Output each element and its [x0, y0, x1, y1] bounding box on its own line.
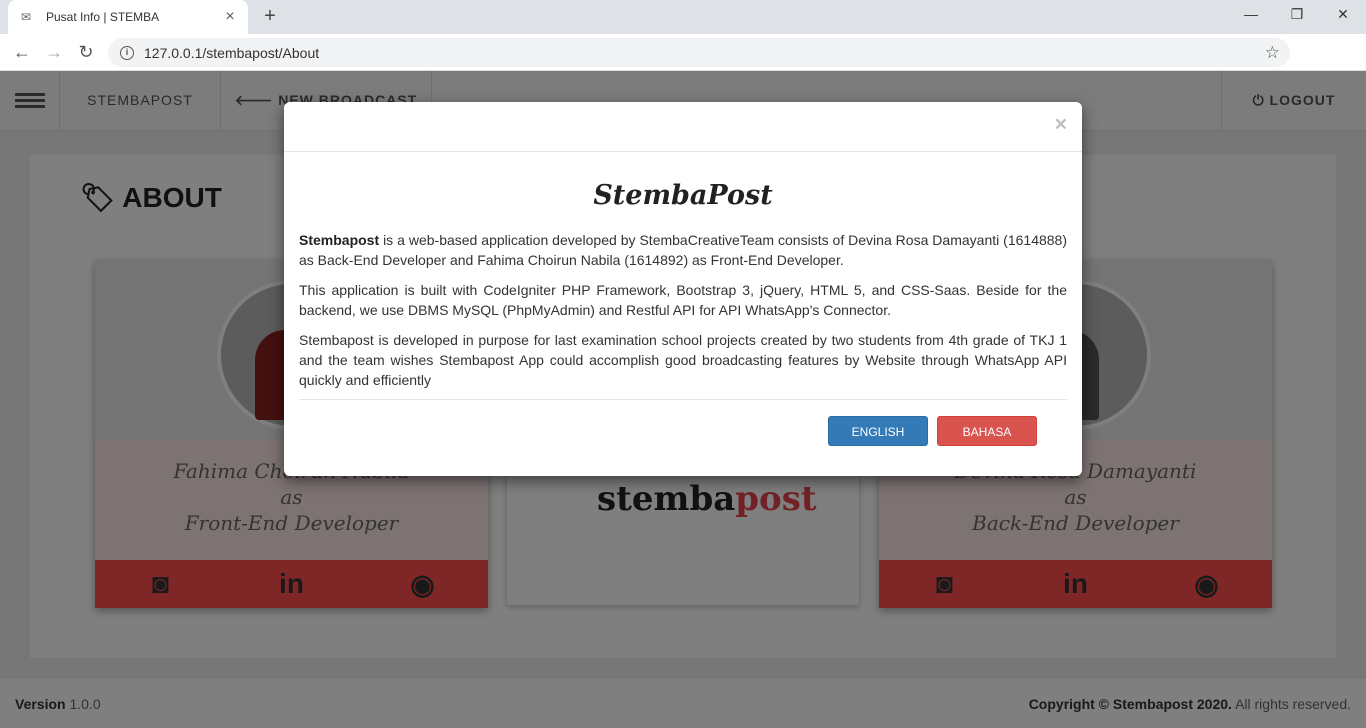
browser-tab-bar: ✉ Pusat Info | STEMBA × + — ❐ ✕: [0, 0, 1366, 34]
modal-close-icon[interactable]: ×: [1055, 114, 1067, 135]
english-button[interactable]: ENGLISH: [828, 416, 928, 446]
address-bar[interactable]: i 127.0.0.1/stembapost/About ☆: [108, 38, 1290, 67]
modal-body: Stembapost is a web-based application de…: [299, 230, 1067, 400]
tab-title: Pusat Info | STEMBA: [46, 10, 160, 24]
about-modal: × StembaPost Stembapost is a web-based a…: [284, 102, 1082, 476]
bahasa-button[interactable]: BAHASA: [937, 416, 1037, 446]
modal-divider: [299, 399, 1067, 400]
browser-tab[interactable]: ✉ Pusat Info | STEMBA ×: [8, 0, 248, 34]
modal-header: ×: [284, 102, 1082, 152]
new-tab-icon[interactable]: +: [258, 4, 282, 28]
minimize-icon[interactable]: —: [1228, 0, 1274, 30]
forward-arrow-icon[interactable]: →: [42, 40, 66, 64]
restore-icon[interactable]: ❐: [1274, 0, 1320, 30]
bookmark-star-icon[interactable]: ☆: [1265, 43, 1280, 63]
site-info-icon[interactable]: i: [120, 45, 134, 60]
modal-p1-text: is a web-based application developed by …: [299, 232, 1067, 268]
modal-app-name: Stembapost: [299, 232, 380, 248]
modal-paragraph-1: Stembapost is a web-based application de…: [299, 230, 1067, 270]
modal-logo: StembaPost: [593, 180, 773, 211]
modal-paragraph-2: This application is built with CodeIgnit…: [299, 282, 1067, 318]
window-close-icon[interactable]: ✕: [1320, 0, 1366, 30]
url-text[interactable]: 127.0.0.1/stembapost/About: [144, 45, 1265, 61]
close-tab-icon[interactable]: ×: [222, 8, 238, 26]
modal-paragraph-3: Stembapost is developed in purpose for l…: [299, 332, 1067, 388]
reload-icon[interactable]: ↻: [74, 40, 98, 64]
page-favicon-icon: ✉: [20, 10, 32, 24]
browser-toolbar: ← → ↻ i 127.0.0.1/stembapost/About ☆ ⋮: [0, 34, 1366, 96]
back-arrow-icon[interactable]: ←: [10, 40, 34, 64]
